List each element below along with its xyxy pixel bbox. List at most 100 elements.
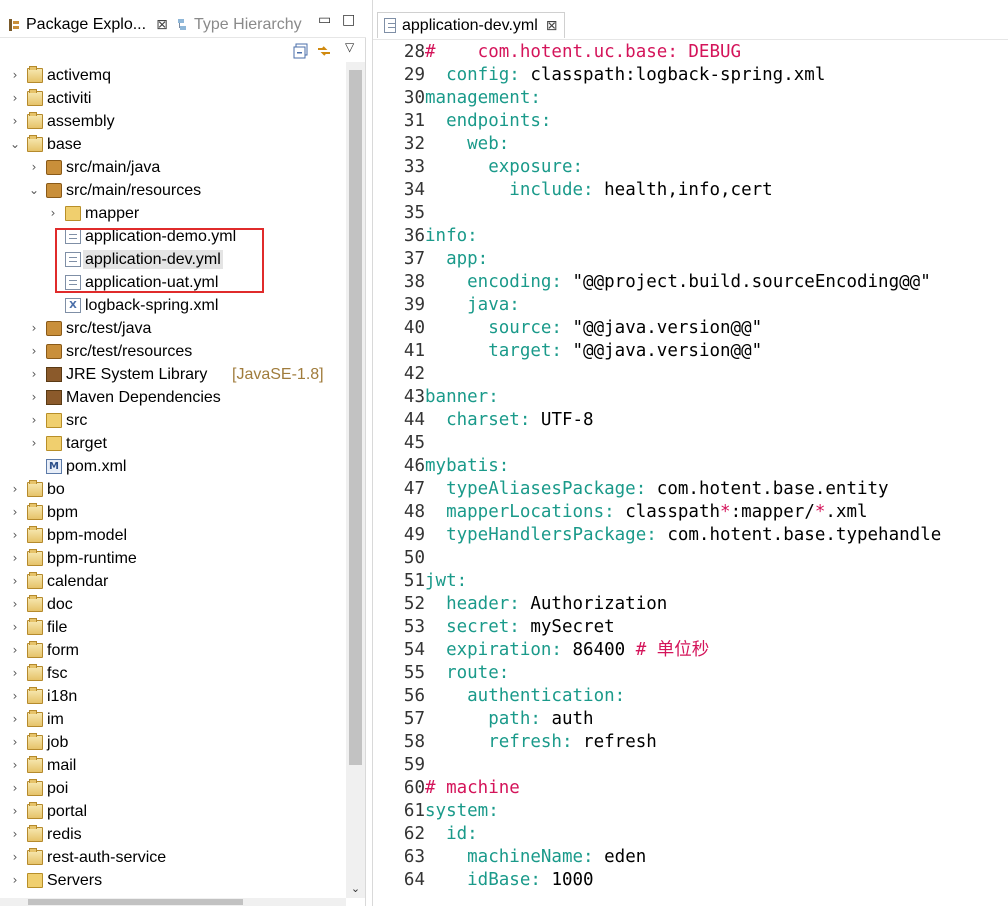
collapse-all-icon[interactable] bbox=[293, 43, 309, 59]
tree-item[interactable]: › redis bbox=[0, 823, 346, 846]
tree-item[interactable]: › mail bbox=[0, 754, 346, 777]
tree-item[interactable]: › activemq bbox=[0, 64, 346, 87]
chevron-right-icon[interactable]: › bbox=[9, 481, 21, 497]
chevron-right-icon[interactable]: › bbox=[9, 711, 21, 727]
tree-item[interactable]: › doc bbox=[0, 593, 346, 616]
tree-item[interactable]: › src bbox=[0, 409, 346, 432]
yaml-value: 86400 bbox=[572, 640, 636, 660]
chevron-right-icon[interactable]: › bbox=[9, 67, 21, 83]
tree-item[interactable]: › bpm-runtime bbox=[0, 547, 346, 570]
tree-item[interactable]: › poi bbox=[0, 777, 346, 800]
tree-item[interactable]: › Maven Dependencies bbox=[0, 386, 346, 409]
chevron-right-icon[interactable]: › bbox=[28, 412, 40, 428]
chevron-right-icon[interactable]: › bbox=[9, 619, 21, 635]
code-editor[interactable]: 28 # com.hotent.uc.base: DEBUG 29 config: … bbox=[389, 40, 1008, 906]
tree-item[interactable]: application-dev.yml bbox=[0, 248, 346, 271]
yaml-key: system: bbox=[425, 801, 499, 821]
line-number: 63 bbox=[403, 847, 425, 867]
chevron-right-icon[interactable]: › bbox=[9, 826, 21, 842]
project-icon bbox=[27, 480, 43, 497]
tree-item[interactable]: › src/test/java bbox=[0, 317, 346, 340]
tree-item[interactable]: › bpm bbox=[0, 501, 346, 524]
chevron-right-icon[interactable]: › bbox=[9, 757, 21, 773]
chevron-right-icon[interactable]: › bbox=[28, 343, 40, 359]
chevron-right-icon[interactable]: › bbox=[9, 550, 21, 566]
line-content: idBase: 1000 bbox=[425, 869, 593, 892]
chevron-right-icon[interactable]: › bbox=[9, 596, 21, 612]
link-with-editor-icon[interactable] bbox=[316, 43, 332, 59]
tree-item[interactable]: › im bbox=[0, 708, 346, 731]
chevron-right-icon[interactable]: › bbox=[28, 366, 40, 382]
yaml-key: source: bbox=[425, 318, 573, 338]
chevron-right-icon[interactable]: › bbox=[9, 780, 21, 796]
minimize-icon[interactable]: ▭ bbox=[318, 12, 331, 28]
tree-item[interactable]: › fsc bbox=[0, 662, 346, 685]
tree-item[interactable]: Mpom.xml bbox=[0, 455, 346, 478]
chevron-right-icon[interactable]: › bbox=[9, 90, 21, 106]
yaml-value: Authorization bbox=[530, 594, 668, 614]
tree-item[interactable]: › bpm-model bbox=[0, 524, 346, 547]
tree-item[interactable]: › activiti bbox=[0, 87, 346, 110]
tree-vertical-scrollbar[interactable]: ⌄ bbox=[346, 62, 365, 898]
tree-item[interactable]: › job bbox=[0, 731, 346, 754]
yaml-key: web: bbox=[425, 134, 510, 154]
chevron-right-icon[interactable]: › bbox=[28, 159, 40, 175]
chevron-down-icon[interactable]: ⌄ bbox=[9, 136, 21, 152]
chevron-right-icon[interactable]: › bbox=[47, 205, 59, 221]
tree-horizontal-scrollbar[interactable] bbox=[0, 898, 346, 906]
chevron-right-icon[interactable]: › bbox=[9, 113, 21, 129]
chevron-right-icon[interactable]: › bbox=[9, 665, 21, 681]
tree-item[interactable]: application-uat.yml bbox=[0, 271, 346, 294]
tree-item[interactable]: Xlogback-spring.xml bbox=[0, 294, 346, 317]
tree-item[interactable]: › i18n bbox=[0, 685, 346, 708]
chevron-right-icon[interactable]: › bbox=[28, 435, 40, 451]
tree-item[interactable]: › src/test/resources bbox=[0, 340, 346, 363]
scrollbar-thumb[interactable] bbox=[28, 899, 243, 905]
chevron-right-icon[interactable]: › bbox=[9, 573, 21, 589]
tree-item[interactable]: › rest-auth-service bbox=[0, 846, 346, 869]
tree-item[interactable]: application-demo.yml bbox=[0, 225, 346, 248]
chevron-right-icon[interactable]: › bbox=[9, 688, 21, 704]
close-icon[interactable]: ⊠ bbox=[546, 18, 558, 34]
tree-item[interactable]: ⌄ src/main/resources bbox=[0, 179, 346, 202]
tree-item[interactable]: › assembly bbox=[0, 110, 346, 133]
chevron-right-icon[interactable]: › bbox=[9, 734, 21, 750]
tree-item[interactable]: › calendar bbox=[0, 570, 346, 593]
project-icon bbox=[27, 135, 43, 152]
tree-item[interactable]: › src/main/java bbox=[0, 156, 346, 179]
chevron-right-icon[interactable]: › bbox=[28, 389, 40, 405]
scrollbar-thumb[interactable] bbox=[349, 70, 362, 765]
chevron-right-icon[interactable]: › bbox=[9, 527, 21, 543]
tab-package-explorer[interactable]: Package Explo... ⊠ bbox=[0, 13, 168, 37]
chevron-right-icon[interactable]: › bbox=[28, 320, 40, 336]
tree-item[interactable]: ⌄ base bbox=[0, 133, 346, 156]
chevron-right-icon[interactable]: › bbox=[9, 803, 21, 819]
tree-item[interactable]: › Servers bbox=[0, 869, 346, 892]
chevron-right-icon[interactable]: › bbox=[9, 642, 21, 658]
tree-item[interactable]: › form bbox=[0, 639, 346, 662]
line-number: 47 bbox=[403, 479, 425, 499]
close-icon[interactable]: ⊠ bbox=[156, 17, 168, 33]
tree-item[interactable]: › mapper bbox=[0, 202, 346, 225]
scroll-down-icon[interactable]: ⌄ bbox=[348, 882, 363, 896]
chevron-right-icon[interactable]: › bbox=[9, 504, 21, 520]
tab-type-hierarchy[interactable]: Type Hierarchy bbox=[172, 13, 302, 37]
chevron-down-icon[interactable]: ⌄ bbox=[28, 182, 40, 198]
tree-item[interactable]: › file bbox=[0, 616, 346, 639]
tab-application-dev-yml[interactable]: application-dev.yml ⊠ bbox=[377, 12, 565, 38]
line-content: java: bbox=[425, 294, 520, 317]
tree-item[interactable]: › JRE System Library [JavaSE-1.8] bbox=[0, 363, 346, 386]
line-number: 48 bbox=[403, 502, 425, 522]
project-icon bbox=[27, 641, 43, 658]
chevron-right-icon[interactable]: › bbox=[9, 849, 21, 865]
line-content: system: bbox=[425, 800, 499, 823]
view-menu-icon[interactable]: ▽ bbox=[345, 40, 354, 54]
tree-item-label: i18n bbox=[47, 688, 78, 705]
tree-item[interactable]: › portal bbox=[0, 800, 346, 823]
tree-item[interactable]: › bo bbox=[0, 478, 346, 501]
chevron-right-icon[interactable]: › bbox=[9, 872, 21, 888]
package-folder-icon bbox=[46, 183, 62, 198]
maximize-icon[interactable]: □ bbox=[342, 12, 355, 28]
tree-item[interactable]: › target bbox=[0, 432, 346, 455]
